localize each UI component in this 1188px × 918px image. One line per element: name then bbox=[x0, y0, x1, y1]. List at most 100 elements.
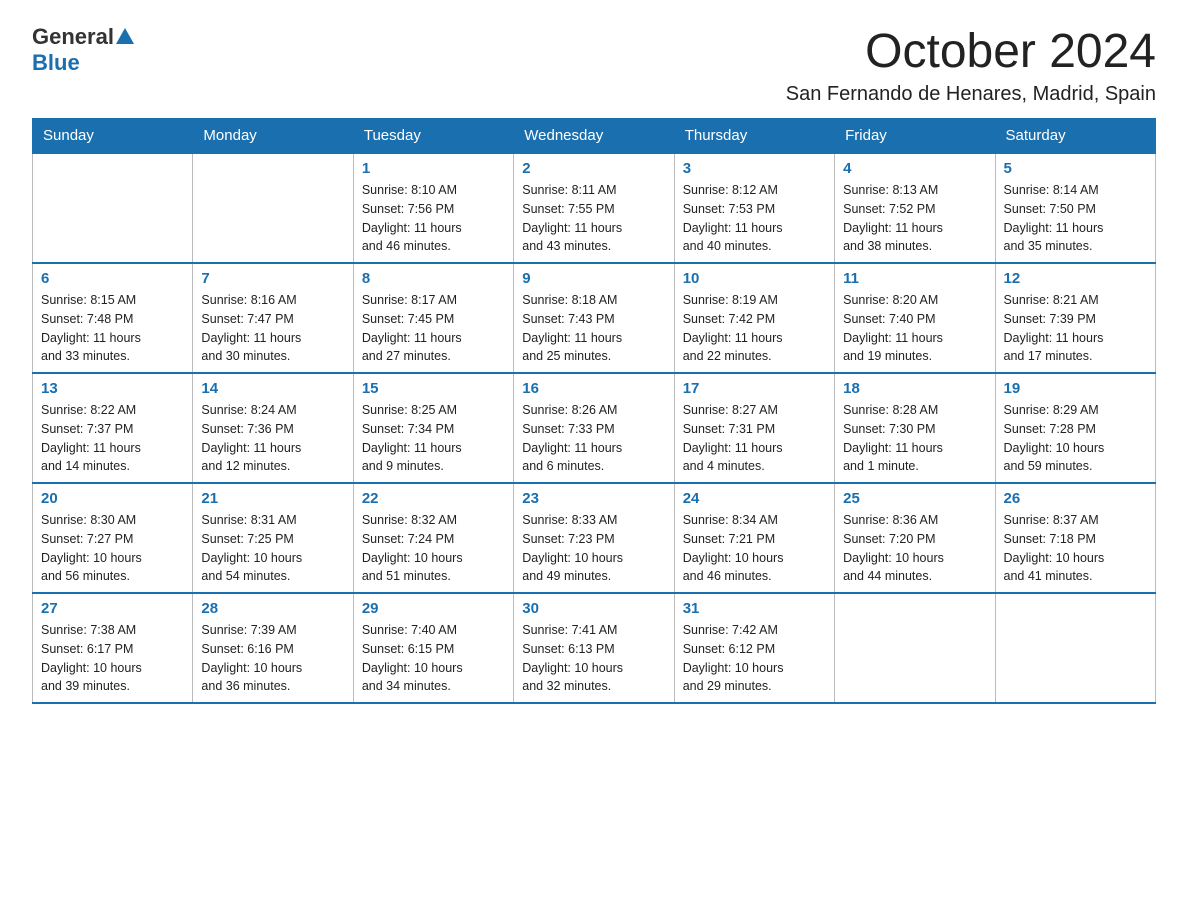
day-number: 11 bbox=[843, 270, 986, 287]
day-info: Sunrise: 8:11 AMSunset: 7:55 PMDaylight:… bbox=[522, 181, 665, 256]
day-info: Sunrise: 8:20 AMSunset: 7:40 PMDaylight:… bbox=[843, 291, 986, 366]
day-info: Sunrise: 7:38 AMSunset: 6:17 PMDaylight:… bbox=[41, 621, 184, 696]
calendar-cell: 5 Sunrise: 8:14 AMSunset: 7:50 PMDaylight… bbox=[995, 153, 1155, 263]
day-info: Sunrise: 8:21 AMSunset: 7:39 PMDaylight:… bbox=[1004, 291, 1147, 366]
day-info: Sunrise: 8:10 AMSunset: 7:56 PMDaylight:… bbox=[362, 181, 505, 256]
header-row: SundayMondayTuesdayWednesdayThursdayFrid… bbox=[33, 119, 1156, 154]
day-info: Sunrise: 8:24 AMSunset: 7:36 PMDaylight:… bbox=[201, 401, 344, 476]
week-row-0: 1Sunrise: 8:10 AMSunset: 7:56 PMDaylight… bbox=[33, 153, 1156, 263]
day-number: 21 bbox=[201, 490, 344, 507]
calendar-cell: 31 Sunrise: 7:42 AMSunset: 6:12 PMDayligh… bbox=[674, 593, 834, 703]
calendar-cell: 3 Sunrise: 8:12 AMSunset: 7:53 PMDaylight… bbox=[674, 153, 834, 263]
day-info: Sunrise: 8:16 AMSunset: 7:47 PMDaylight:… bbox=[201, 291, 344, 366]
calendar-cell: 12 Sunrise: 8:21 AMSunset: 7:39 PMDayligh… bbox=[995, 263, 1155, 373]
logo: General bbox=[32, 24, 137, 50]
calendar-cell: 22Sunrise: 8:32 AMSunset: 7:24 PMDayligh… bbox=[353, 483, 513, 593]
calendar-cell: 13Sunrise: 8:22 AMSunset: 7:37 PMDayligh… bbox=[33, 373, 193, 483]
calendar-cell: 8 Sunrise: 8:17 AMSunset: 7:45 PMDaylight… bbox=[353, 263, 513, 373]
day-info: Sunrise: 8:15 AMSunset: 7:48 PMDaylight:… bbox=[41, 291, 184, 366]
day-info: Sunrise: 8:27 AMSunset: 7:31 PMDaylight:… bbox=[683, 401, 826, 476]
logo-blue-text: Blue bbox=[32, 50, 80, 76]
calendar-cell: 16 Sunrise: 8:26 AMSunset: 7:33 PMDayligh… bbox=[514, 373, 674, 483]
calendar-cell: 2 Sunrise: 8:11 AMSunset: 7:55 PMDaylight… bbox=[514, 153, 674, 263]
day-number: 5 bbox=[1004, 160, 1147, 177]
col-header-saturday: Saturday bbox=[995, 119, 1155, 154]
calendar-cell: 23Sunrise: 8:33 AMSunset: 7:23 PMDayligh… bbox=[514, 483, 674, 593]
calendar-cell: 27 Sunrise: 7:38 AMSunset: 6:17 PMDayligh… bbox=[33, 593, 193, 703]
day-number: 17 bbox=[683, 380, 826, 397]
calendar-cell: 9 Sunrise: 8:18 AMSunset: 7:43 PMDaylight… bbox=[514, 263, 674, 373]
calendar-cell: 14 Sunrise: 8:24 AMSunset: 7:36 PMDayligh… bbox=[193, 373, 353, 483]
day-info: Sunrise: 8:12 AMSunset: 7:53 PMDaylight:… bbox=[683, 181, 826, 256]
calendar-cell bbox=[835, 593, 995, 703]
day-number: 29 bbox=[362, 600, 505, 617]
day-number: 26 bbox=[1004, 490, 1147, 507]
week-row-3: 20Sunrise: 8:30 AMSunset: 7:27 PMDayligh… bbox=[33, 483, 1156, 593]
day-number: 16 bbox=[522, 380, 665, 397]
day-info: Sunrise: 8:28 AMSunset: 7:30 PMDaylight:… bbox=[843, 401, 986, 476]
calendar-table: SundayMondayTuesdayWednesdayThursdayFrid… bbox=[32, 118, 1156, 704]
calendar-cell: 10 Sunrise: 8:19 AMSunset: 7:42 PMDayligh… bbox=[674, 263, 834, 373]
day-number: 31 bbox=[683, 600, 826, 617]
calendar-cell: 7 Sunrise: 8:16 AMSunset: 7:47 PMDaylight… bbox=[193, 263, 353, 373]
calendar-cell: 25Sunrise: 8:36 AMSunset: 7:20 PMDayligh… bbox=[835, 483, 995, 593]
main-title: October 2024 bbox=[786, 24, 1156, 79]
day-number: 28 bbox=[201, 600, 344, 617]
logo-triangle-icon bbox=[114, 26, 136, 48]
day-number: 14 bbox=[201, 380, 344, 397]
day-info: Sunrise: 7:40 AMSunset: 6:15 PMDaylight:… bbox=[362, 621, 505, 696]
calendar-cell: 30 Sunrise: 7:41 AMSunset: 6:13 PMDayligh… bbox=[514, 593, 674, 703]
calendar-cell: 17 Sunrise: 8:27 AMSunset: 7:31 PMDayligh… bbox=[674, 373, 834, 483]
calendar-cell bbox=[33, 153, 193, 263]
day-number: 20 bbox=[41, 490, 184, 507]
day-number: 9 bbox=[522, 270, 665, 287]
day-number: 18 bbox=[843, 380, 986, 397]
logo-area: General Blue bbox=[32, 24, 137, 76]
day-number: 7 bbox=[201, 270, 344, 287]
day-number: 22 bbox=[362, 490, 505, 507]
day-info: Sunrise: 8:19 AMSunset: 7:42 PMDaylight:… bbox=[683, 291, 826, 366]
week-row-2: 13Sunrise: 8:22 AMSunset: 7:37 PMDayligh… bbox=[33, 373, 1156, 483]
day-number: 3 bbox=[683, 160, 826, 177]
col-header-monday: Monday bbox=[193, 119, 353, 154]
day-number: 12 bbox=[1004, 270, 1147, 287]
day-info: Sunrise: 8:33 AMSunset: 7:23 PMDaylight:… bbox=[522, 511, 665, 586]
day-info: Sunrise: 8:31 AMSunset: 7:25 PMDaylight:… bbox=[201, 511, 344, 586]
day-info: Sunrise: 8:34 AMSunset: 7:21 PMDaylight:… bbox=[683, 511, 826, 586]
day-info: Sunrise: 8:25 AMSunset: 7:34 PMDaylight:… bbox=[362, 401, 505, 476]
day-info: Sunrise: 8:18 AMSunset: 7:43 PMDaylight:… bbox=[522, 291, 665, 366]
col-header-thursday: Thursday bbox=[674, 119, 834, 154]
day-info: Sunrise: 7:41 AMSunset: 6:13 PMDaylight:… bbox=[522, 621, 665, 696]
col-header-sunday: Sunday bbox=[33, 119, 193, 154]
title-area: October 2024 San Fernando de Henares, Ma… bbox=[786, 24, 1156, 106]
calendar-cell: 1Sunrise: 8:10 AMSunset: 7:56 PMDaylight… bbox=[353, 153, 513, 263]
calendar-cell: 6 Sunrise: 8:15 AMSunset: 7:48 PMDaylight… bbox=[33, 263, 193, 373]
calendar-cell bbox=[995, 593, 1155, 703]
calendar-cell bbox=[193, 153, 353, 263]
day-info: Sunrise: 8:36 AMSunset: 7:20 PMDaylight:… bbox=[843, 511, 986, 586]
calendar-cell: 21 Sunrise: 8:31 AMSunset: 7:25 PMDayligh… bbox=[193, 483, 353, 593]
day-number: 30 bbox=[522, 600, 665, 617]
day-info: Sunrise: 8:37 AMSunset: 7:18 PMDaylight:… bbox=[1004, 511, 1147, 586]
calendar-cell: 20Sunrise: 8:30 AMSunset: 7:27 PMDayligh… bbox=[33, 483, 193, 593]
day-info: Sunrise: 7:39 AMSunset: 6:16 PMDaylight:… bbox=[201, 621, 344, 696]
col-header-friday: Friday bbox=[835, 119, 995, 154]
calendar-cell: 4Sunrise: 8:13 AMSunset: 7:52 PMDaylight… bbox=[835, 153, 995, 263]
col-header-wednesday: Wednesday bbox=[514, 119, 674, 154]
day-info: Sunrise: 8:14 AMSunset: 7:50 PMDaylight:… bbox=[1004, 181, 1147, 256]
col-header-tuesday: Tuesday bbox=[353, 119, 513, 154]
day-number: 4 bbox=[843, 160, 986, 177]
day-number: 10 bbox=[683, 270, 826, 287]
day-number: 15 bbox=[362, 380, 505, 397]
day-number: 27 bbox=[41, 600, 184, 617]
day-info: Sunrise: 8:17 AMSunset: 7:45 PMDaylight:… bbox=[362, 291, 505, 366]
calendar-cell: 24Sunrise: 8:34 AMSunset: 7:21 PMDayligh… bbox=[674, 483, 834, 593]
logo-general-text: General bbox=[32, 24, 114, 50]
day-number: 8 bbox=[362, 270, 505, 287]
day-number: 2 bbox=[522, 160, 665, 177]
calendar-cell: 19Sunrise: 8:29 AMSunset: 7:28 PMDayligh… bbox=[995, 373, 1155, 483]
day-info: Sunrise: 8:26 AMSunset: 7:33 PMDaylight:… bbox=[522, 401, 665, 476]
day-info: Sunrise: 8:22 AMSunset: 7:37 PMDaylight:… bbox=[41, 401, 184, 476]
day-info: Sunrise: 7:42 AMSunset: 6:12 PMDaylight:… bbox=[683, 621, 826, 696]
day-number: 6 bbox=[41, 270, 184, 287]
